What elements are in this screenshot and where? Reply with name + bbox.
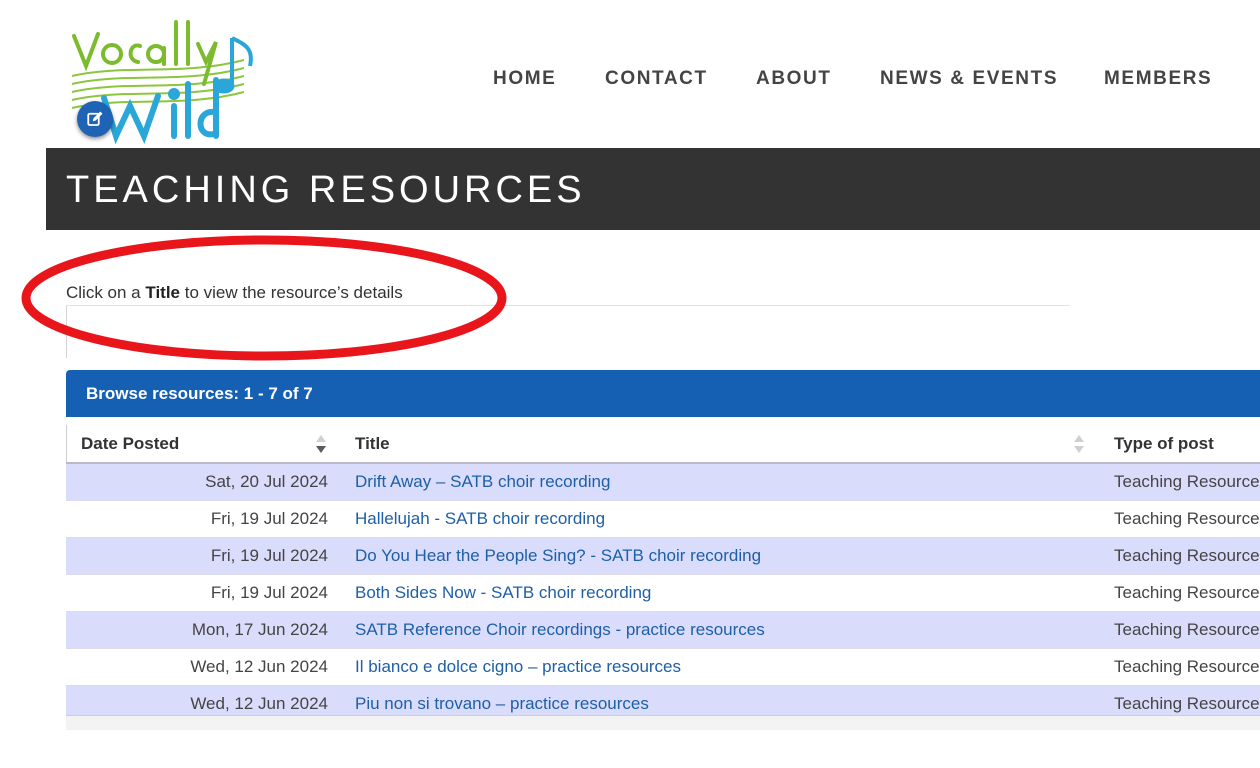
resource-title-link[interactable]: Do You Hear the People Sing? - SATB choi… bbox=[355, 545, 761, 567]
resource-title-link[interactable]: Il bianco e dolce cigno – practice resou… bbox=[355, 656, 681, 678]
instruction-text: Click on a Title to view the resource’s … bbox=[66, 282, 403, 304]
page: HOME CONTACT ABOUT NEWS & EVENTS MEMBERS… bbox=[0, 0, 1260, 768]
edit-icon bbox=[87, 111, 103, 126]
instruction-suffix: to view the resource’s details bbox=[180, 283, 403, 302]
cell-date: Wed, 12 Jun 2024 bbox=[190, 694, 328, 713]
nav-members[interactable]: MEMBERS bbox=[1104, 66, 1212, 92]
filter-box-edge bbox=[66, 306, 67, 358]
cell-type: Teaching Resource bbox=[1114, 657, 1260, 676]
cell-type: Teaching Resource bbox=[1114, 620, 1260, 639]
table-row: Fri, 19 Jul 2024 Do You Hear the People … bbox=[66, 538, 1260, 575]
panel-heading: Browse resources: 1 - 7 of 7 bbox=[86, 384, 313, 403]
column-title[interactable]: Title bbox=[355, 433, 390, 455]
nav-contact[interactable]: CONTACT bbox=[605, 66, 708, 92]
divider bbox=[66, 305, 1070, 306]
table-row: Wed, 12 Jun 2024 Il bianco e dolce cigno… bbox=[66, 649, 1260, 686]
edit-page-button[interactable] bbox=[77, 101, 113, 137]
resources-table: Date Posted Title Type of post Sat, 20 J… bbox=[66, 425, 1260, 723]
instruction-prefix: Click on a bbox=[66, 283, 146, 302]
page-banner: TEACHING RESOURCES bbox=[46, 148, 1260, 230]
cell-date: Fri, 19 Jul 2024 bbox=[210, 509, 328, 528]
resource-title-link[interactable]: Hallelujah - SATB choir recording bbox=[355, 508, 605, 530]
resource-title-link[interactable]: Both Sides Now - SATB choir recording bbox=[355, 582, 651, 604]
nav-home[interactable]: HOME bbox=[493, 66, 556, 92]
sort-icon[interactable] bbox=[1072, 432, 1086, 456]
resource-title-link[interactable]: Drift Away – SATB choir recording bbox=[355, 471, 610, 493]
page-title: TEACHING RESOURCES bbox=[66, 169, 586, 211]
table-row: Fri, 19 Jul 2024 Hallelujah - SATB choir… bbox=[66, 501, 1260, 538]
sort-desc-icon[interactable] bbox=[314, 432, 328, 456]
cell-type: Teaching Resource bbox=[1114, 472, 1260, 491]
resources-panel-header: Browse resources: 1 - 7 of 7 bbox=[66, 370, 1260, 417]
table-header-row: Date Posted Title Type of post bbox=[66, 425, 1260, 464]
resource-title-link[interactable]: SATB Reference Choir recordings - practi… bbox=[355, 619, 765, 641]
table-row: Sat, 20 Jul 2024 Drift Away – SATB choir… bbox=[66, 464, 1260, 501]
cell-type: Teaching Resource bbox=[1114, 694, 1260, 713]
nav-news-events[interactable]: NEWS & EVENTS bbox=[880, 66, 1058, 92]
cell-date: Sat, 20 Jul 2024 bbox=[205, 472, 328, 491]
nav-about[interactable]: ABOUT bbox=[756, 66, 832, 92]
cell-date: Wed, 12 Jun 2024 bbox=[190, 657, 328, 676]
cell-type: Teaching Resource bbox=[1114, 546, 1260, 565]
instruction-bold: Title bbox=[145, 283, 181, 302]
cell-type: Teaching Resource bbox=[1114, 509, 1260, 528]
column-type-of-post[interactable]: Type of post bbox=[1114, 433, 1214, 455]
cell-date: Fri, 19 Jul 2024 bbox=[210, 583, 328, 602]
cell-type: Teaching Resource bbox=[1114, 583, 1260, 602]
resource-title-link[interactable]: Piu non si trovano – practice resources bbox=[355, 693, 649, 715]
table-footer bbox=[66, 715, 1260, 730]
table-row: Mon, 17 Jun 2024 SATB Reference Choir re… bbox=[66, 612, 1260, 649]
cell-date: Fri, 19 Jul 2024 bbox=[210, 546, 328, 565]
cell-date: Mon, 17 Jun 2024 bbox=[191, 620, 328, 639]
table-row: Fri, 19 Jul 2024 Both Sides Now - SATB c… bbox=[66, 575, 1260, 612]
column-date-posted[interactable]: Date Posted bbox=[81, 433, 179, 455]
